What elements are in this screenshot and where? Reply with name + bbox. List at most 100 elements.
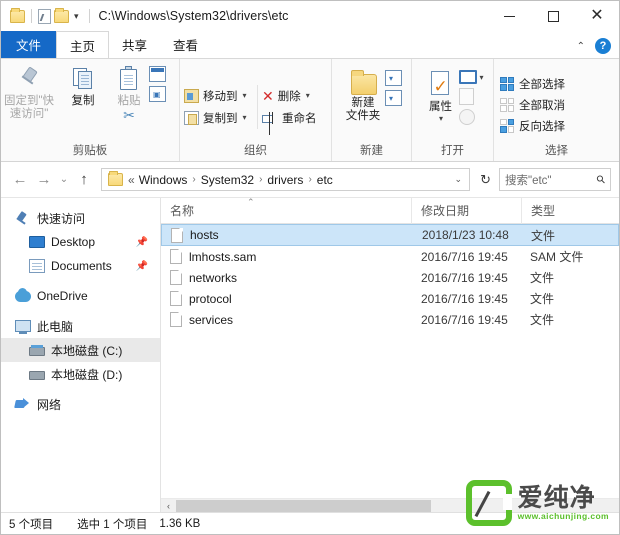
move-to-button[interactable]: 移动到 ▾ [180,85,257,107]
table-row[interactable]: networks 2016/7/16 19:45 文件 [161,267,619,288]
tab-share[interactable]: 共享 [109,31,161,58]
breadcrumb-separator-icon[interactable]: › [257,174,264,185]
chevron-down-icon[interactable]: ▾ [306,91,310,100]
file-type-cell: 文件 [530,313,555,327]
cut-scissors-icon[interactable]: ✂ [121,108,137,122]
sidebar-item-this-pc[interactable]: 此电脑 [1,314,160,338]
new-folder-button[interactable]: 新建 文件夹 [341,67,385,123]
properties-icon: ✓ [427,70,453,98]
breadcrumb: « Windows › System32 › drivers › etc [127,173,448,187]
sidebar-item-label: 本地磁盘 (D:) [51,367,123,382]
breadcrumb-bar[interactable]: « Windows › System32 › drivers › etc ⌄ [101,168,471,191]
breadcrumb-separator-icon[interactable]: › [306,174,313,185]
rename-icon [262,111,278,124]
table-row[interactable]: lmhosts.sam 2016/7/16 19:45 SAM 文件 [161,246,619,267]
sidebar-item-network[interactable]: 网络 [1,392,160,416]
scroll-left-icon[interactable]: ‹ [161,501,176,511]
pin-icon[interactable]: 📌 [136,237,148,248]
tab-file[interactable]: 文件 [1,31,57,58]
properties-icon[interactable] [38,8,51,24]
new-folder-label-line1: 新建 [351,97,375,109]
back-button[interactable]: ← [9,169,31,191]
sidebar-item-label: OneDrive [37,289,88,303]
forward-button[interactable]: → [33,169,55,191]
select-none-button[interactable]: 全部取消 [494,94,565,115]
chevron-down-icon[interactable]: ▾ [74,11,79,21]
tab-view[interactable]: 查看 [160,31,212,58]
sidebar-item-desktop[interactable]: Desktop 📌 [1,230,160,254]
copy-to-button[interactable]: 复制到 ▾ [180,107,257,129]
sidebar-item-label: Documents [51,259,112,273]
sidebar-item-local-disk-c[interactable]: 本地磁盘 (C:) [1,338,160,362]
help-icon[interactable]: ? [595,38,611,54]
file-list-pane: ⌃ 名称 修改日期 类型 hosts 2018/1/23 10:48 文件 lm… [161,197,619,513]
sidebar-item-documents[interactable]: Documents 📌 [1,254,160,278]
tab-home[interactable]: 主页 [56,31,110,58]
chevron-down-icon[interactable]: ▾ [479,73,483,82]
copy-icon [70,66,96,92]
select-all-button[interactable]: 全部选择 [494,73,565,94]
table-row[interactable]: hosts 2018/1/23 10:48 文件 [161,224,619,246]
rename-button[interactable]: 重命名 [258,107,332,129]
pin-icon[interactable]: 📌 [136,261,148,272]
column-header-date[interactable]: 修改日期 [411,197,521,224]
scrollbar-thumb[interactable] [176,499,431,512]
collapse-ribbon-icon[interactable]: ⌃ [577,41,585,52]
sidebar-item-quick-access[interactable]: 快速访问 [1,206,160,230]
ribbon-group-new: 新建 文件夹 ▾ ▾ 新建 [331,59,411,161]
pin-to-quick-access-button[interactable]: 固定到"快 速访问" [1,63,57,121]
chevron-down-icon[interactable]: ▾ [243,91,247,100]
breadcrumb-overflow[interactable]: « [127,173,136,187]
breadcrumb-item-etc[interactable]: etc [316,173,334,187]
new-item-icon[interactable]: ▾ [385,70,402,86]
delete-button[interactable]: ✕ 删除 ▾ [258,85,332,107]
file-type-cell: 文件 [530,292,555,306]
minimize-button[interactable] [487,1,531,31]
chevron-down-icon[interactable]: ▾ [439,114,443,123]
history-icon[interactable] [459,109,476,125]
copy-button[interactable]: 复制 [57,63,109,108]
documents-icon [29,259,45,273]
chevron-down-icon: ▾ [389,74,394,83]
open-with-icon[interactable] [459,70,478,84]
paste-shortcut-icon[interactable]: ▣ [149,86,166,102]
recent-locations-button[interactable]: ⌄ [57,169,71,191]
refresh-icon[interactable]: ↻ [477,172,491,188]
file-type-cell: 文件 [530,271,555,285]
table-row[interactable]: services 2016/7/16 19:45 文件 [161,309,619,330]
paste-button[interactable]: 粘贴 ✂ [109,63,149,122]
maximize-button[interactable] [531,1,575,31]
easy-access-icon[interactable]: ▾ [385,90,402,106]
group-label-new: 新建 [360,145,383,157]
chevron-down-icon[interactable]: ▾ [243,113,247,122]
up-button[interactable]: ↑ [73,169,95,191]
pin-label-line2: 速访问" [9,108,49,121]
sidebar-item-label: Desktop [51,235,96,249]
table-row[interactable]: protocol 2016/7/16 19:45 文件 [161,288,619,309]
edit-icon[interactable] [459,88,475,105]
search-icon[interactable]: ⚲ [594,172,608,187]
drive-icon [29,371,45,380]
sidebar-item-onedrive[interactable]: OneDrive [1,284,160,308]
chevron-down-icon[interactable]: ⌄ [452,174,466,185]
breadcrumb-item-system32[interactable]: System32 [200,173,255,187]
breadcrumb-item-drivers[interactable]: drivers [266,173,304,187]
properties-button[interactable]: ✓ 属性 ▾ [421,67,459,123]
folder-icon[interactable] [10,7,25,23]
clipboard-mini-buttons: ▣ [149,63,166,102]
sidebar-item-local-disk-d[interactable]: 本地磁盘 (D:) [1,362,160,386]
breadcrumb-separator-icon[interactable]: › [190,174,197,185]
scrollbar-track[interactable] [176,498,619,513]
invert-selection-button[interactable]: 反向选择 [494,115,565,136]
select-group-body: 全部选择 全部取消 反向选择 [494,63,619,142]
breadcrumb-item-windows[interactable]: Windows [138,173,189,187]
move-to-label: 移动到 [203,90,238,103]
copy-path-icon[interactable] [149,66,166,82]
column-header-name[interactable]: 名称 [161,198,411,224]
navigation-pane: 快速访问 Desktop 📌 Documents 📌 OneDrive 此电脑 [1,198,161,512]
new-folder-icon[interactable] [54,7,69,23]
column-header-type[interactable]: 类型 [521,197,619,224]
horizontal-scrollbar[interactable]: ‹ [161,498,619,513]
search-input[interactable]: 搜索"etc" ⚲ [499,168,611,191]
close-button[interactable]: ✕ [575,1,619,31]
